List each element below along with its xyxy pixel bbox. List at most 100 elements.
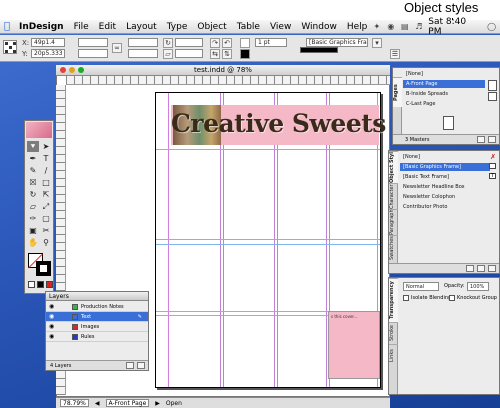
minimize-button-icon[interactable]	[69, 67, 75, 73]
layer-row[interactable]: ◉ Text ✎	[46, 312, 148, 322]
master-thumbnail-icon[interactable]	[488, 92, 497, 101]
hand-tool-icon[interactable]: ✋	[27, 237, 39, 248]
x-field[interactable]: 49p1.4	[31, 38, 65, 47]
stroke-swatch-icon[interactable]	[240, 49, 250, 59]
reference-point-icon[interactable]	[3, 40, 17, 54]
layer-row[interactable]: ◉ Images	[46, 322, 148, 332]
clock[interactable]: Sat 8:40 PM	[428, 17, 482, 37]
tab-links[interactable]: Links	[389, 344, 398, 366]
style-menu-icon[interactable]: ▾	[372, 38, 382, 48]
normal-view-icon[interactable]	[28, 281, 35, 288]
selection-tool-icon[interactable]: ⯆	[27, 141, 39, 152]
tab-transparency[interactable]: Transparency	[389, 278, 398, 322]
rectangle-frame-tool-icon[interactable]: ☒	[27, 177, 39, 188]
menu-window[interactable]: Window	[296, 22, 342, 32]
master-thumbnail-icon[interactable]	[488, 80, 497, 91]
gradient-tool-icon[interactable]: ▢	[40, 213, 52, 224]
page-thumbnail-icon[interactable]	[443, 116, 454, 130]
master-item[interactable]: C-Last Page	[403, 100, 485, 108]
object-style-select[interactable]: [Basic Graphics Frame]	[306, 38, 368, 47]
menu-help[interactable]: Help	[342, 22, 373, 32]
free-transform-tool-icon[interactable]: ⤢	[40, 201, 52, 212]
fill-stroke-swatches[interactable]	[28, 253, 52, 277]
line-tool-icon[interactable]: ∕	[40, 165, 52, 176]
shear-field[interactable]	[175, 49, 203, 58]
apple-menu-icon[interactable]: 	[0, 21, 14, 32]
spotlight-icon[interactable]: ◯	[487, 22, 496, 31]
type-tool-icon[interactable]: T	[40, 153, 52, 164]
tab-character[interactable]: Character	[389, 183, 398, 209]
zoom-button-icon[interactable]	[78, 67, 84, 73]
isolate-blending-checkbox[interactable]	[403, 295, 409, 301]
visibility-eye-icon[interactable]: ◉	[49, 334, 56, 340]
scale-y-field[interactable]	[128, 49, 158, 58]
constrain-proportions-icon[interactable]: ∞	[112, 43, 122, 53]
tab-swatches[interactable]: Swatches	[389, 235, 398, 261]
layer-row[interactable]: ◉ Production Notes	[46, 302, 148, 312]
script-icon[interactable]: ✦	[372, 22, 381, 31]
tab-stroke[interactable]: Stroke	[389, 322, 398, 344]
stroke-weight-field[interactable]: 1 pt	[255, 38, 287, 47]
visibility-eye-icon[interactable]: ◉	[49, 324, 56, 330]
y-field[interactable]: 20p5.333	[31, 49, 65, 58]
new-layer-icon[interactable]	[126, 362, 134, 369]
volume-icon[interactable]: ♬	[414, 22, 423, 31]
shear-icon[interactable]: ▱	[163, 49, 173, 59]
prev-page-icon[interactable]: ◀	[95, 400, 100, 407]
menu-layout[interactable]: Layout	[121, 22, 162, 32]
menu-object[interactable]: Object	[192, 22, 231, 32]
masthead-frame[interactable]: Creative Sweets	[171, 105, 386, 145]
rectangle-tool-icon[interactable]: □	[40, 177, 52, 188]
visibility-eye-icon[interactable]: ◉	[49, 314, 56, 320]
close-button-icon[interactable]	[60, 67, 66, 73]
cover-text-frame[interactable]: s this cover...	[328, 311, 380, 379]
delete-layer-icon[interactable]	[137, 362, 145, 369]
tab-object-styles[interactable]: Object Styles	[389, 151, 398, 183]
delete-page-icon[interactable]	[488, 136, 496, 143]
object-style-item[interactable]: [Basic Text Frame]	[400, 173, 490, 181]
page-field[interactable]: A-Front Page	[105, 399, 150, 407]
zoom-tool-icon[interactable]: ⚲	[40, 237, 52, 248]
flip-horizontal-icon[interactable]: ⇆	[210, 49, 220, 59]
rotate-90-cw-icon[interactable]: ↷	[210, 38, 220, 48]
menu-edit[interactable]: Edit	[94, 22, 121, 32]
opacity-field[interactable]: 100%	[467, 282, 489, 291]
display-icon[interactable]: ▤	[400, 22, 409, 31]
masthead-title[interactable]: Creative Sweets	[171, 109, 386, 138]
rotate-icon[interactable]: ↻	[163, 38, 173, 48]
fill-swatch-icon[interactable]	[240, 38, 250, 48]
scissors-tool-icon[interactable]: ✂	[40, 225, 52, 236]
document-titlebar[interactable]: test.indd @ 78%	[56, 65, 390, 76]
scale-x-field[interactable]	[128, 38, 158, 47]
scale-tool-icon[interactable]: ⇱	[40, 189, 52, 200]
delete-style-icon[interactable]	[488, 265, 496, 272]
app-menu[interactable]: InDesign	[14, 22, 69, 32]
menu-view[interactable]: View	[265, 22, 296, 32]
button-tool-icon[interactable]: ▣	[27, 225, 39, 236]
tab-pages[interactable]: Pages	[393, 77, 402, 107]
eyedropper-tool-icon[interactable]: ✑	[27, 213, 39, 224]
pencil-tool-icon[interactable]: ✎	[27, 165, 39, 176]
layers-panel-title[interactable]: Layers	[46, 292, 148, 301]
knockout-group-checkbox[interactable]	[449, 295, 455, 301]
stroke-swatch[interactable]	[36, 261, 51, 276]
flip-vertical-icon[interactable]: ⇅	[222, 49, 232, 59]
next-page-icon[interactable]: ▶	[155, 400, 160, 407]
menu-table[interactable]: Table	[232, 22, 265, 32]
new-style-icon[interactable]	[477, 265, 485, 272]
new-page-icon[interactable]	[477, 136, 485, 143]
object-style-item[interactable]: Newsletter Colophon	[400, 193, 490, 201]
object-style-item[interactable]: [Basic Graphics Frame]	[400, 163, 490, 171]
palette-menu-icon[interactable]: ☰	[390, 49, 400, 59]
shear-tool-icon[interactable]: ▱	[27, 201, 39, 212]
pen-tool-icon[interactable]: ✒	[27, 153, 39, 164]
horizontal-ruler[interactable]	[66, 76, 390, 85]
stroke-type-swatch[interactable]	[300, 47, 338, 53]
document-page[interactable]: Creative Sweets s this cover...	[155, 92, 386, 388]
direct-selection-tool-icon[interactable]: ➤	[40, 141, 52, 152]
object-style-item[interactable]: Newsletter Headline Box	[400, 183, 490, 191]
width-field[interactable]	[78, 38, 108, 47]
none-swatch-icon[interactable]	[46, 281, 53, 288]
preview-mode-icon[interactable]	[37, 281, 44, 288]
master-item[interactable]: A-Front Page	[403, 80, 485, 88]
